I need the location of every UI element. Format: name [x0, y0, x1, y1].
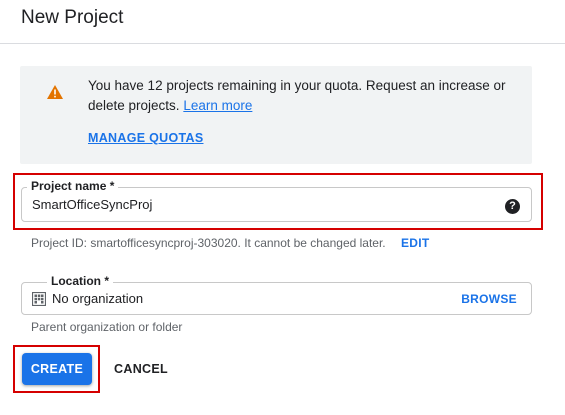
location-label: Location * [47, 274, 114, 288]
manage-quotas-link[interactable]: MANAGE QUOTAS [88, 131, 203, 145]
cancel-button[interactable]: CANCEL [104, 353, 178, 385]
location-hint: Parent organization or folder [31, 320, 183, 334]
warning-icon [47, 85, 63, 99]
help-icon[interactable]: ? [505, 199, 520, 214]
browse-button[interactable]: BROWSE [461, 292, 517, 306]
project-id-hint: Project ID: smartofficesyncproj-303020. … [31, 236, 386, 250]
quota-message-text: You have 12 projects remaining in your q… [88, 78, 506, 113]
project-name-input[interactable]: SmartOfficeSyncProj [32, 197, 152, 212]
edit-project-id-button[interactable]: EDIT [401, 236, 430, 250]
location-value: No organization [52, 291, 144, 306]
new-project-page: New Project You have 12 projects remaini… [0, 0, 565, 415]
quota-message: You have 12 projects remaining in your q… [88, 76, 508, 116]
organization-icon [32, 292, 46, 306]
page-title: New Project [21, 7, 124, 28]
quota-banner: You have 12 projects remaining in your q… [20, 66, 532, 164]
learn-more-link[interactable]: Learn more [183, 98, 252, 113]
create-button[interactable]: CREATE [22, 353, 92, 385]
project-name-label: Project name * [27, 179, 119, 193]
dialog-header: New Project [0, 0, 565, 44]
